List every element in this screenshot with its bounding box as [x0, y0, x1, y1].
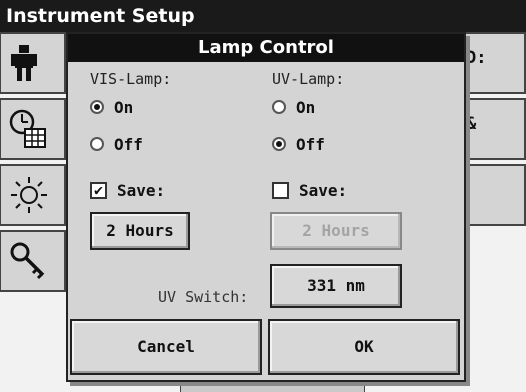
lamp-control-dialog: Lamp Control VIS-Lamp: On Off ✔ Save: 2 … — [66, 32, 466, 382]
window-title: Instrument Setup — [0, 0, 526, 32]
uv-switch-button[interactable]: 331 nm — [270, 264, 402, 308]
uv-off-label: Off — [296, 134, 325, 154]
vis-save-checkbox[interactable]: ✔ Save: — [90, 179, 165, 201]
uv-off-radio-dot — [272, 137, 286, 151]
uv-off-radio[interactable]: Off — [272, 133, 325, 155]
lamp-icon — [11, 177, 47, 213]
right-panel-label-2: & — [466, 114, 477, 134]
vis-off-label: Off — [114, 134, 143, 154]
security-button[interactable] — [0, 230, 66, 292]
vis-lamp-label: VIS-Lamp: — [90, 70, 172, 88]
cancel-button[interactable]: Cancel — [70, 319, 262, 375]
right-panel-button-2[interactable]: & — [456, 98, 526, 160]
ok-button[interactable]: OK — [268, 319, 460, 375]
person-icon — [11, 45, 37, 81]
date-time-button[interactable] — [0, 98, 66, 160]
vis-off-radio[interactable]: Off — [90, 133, 143, 155]
vis-on-radio-dot — [90, 100, 104, 114]
vis-save-label: Save: — [117, 180, 166, 200]
uv-save-label: Save: — [299, 180, 348, 200]
right-panel-button-3[interactable] — [456, 164, 526, 226]
clock-calendar-icon — [9, 109, 46, 148]
dialog-title: Lamp Control — [68, 34, 464, 62]
right-panel-label-1: D: — [466, 48, 487, 68]
uv-switch-label: UV Switch: — [158, 288, 249, 306]
operator-button[interactable] — [0, 32, 66, 94]
right-panel-button-1[interactable]: D: — [456, 32, 526, 94]
lamp-button[interactable] — [0, 164, 66, 226]
uv-on-label: On — [296, 97, 316, 117]
key-icon — [10, 242, 45, 280]
uv-on-radio[interactable]: On — [272, 96, 315, 118]
uv-on-radio-dot — [272, 100, 286, 114]
left-toolbar — [0, 32, 66, 292]
vis-off-radio-dot — [90, 137, 104, 151]
checkmark-icon: ✔ — [90, 181, 107, 199]
vis-on-radio[interactable]: On — [90, 96, 133, 118]
uv-save-box — [272, 181, 289, 199]
vis-duration-button[interactable]: 2 Hours — [90, 212, 190, 250]
uv-duration-button[interactable]: 2 Hours — [270, 212, 402, 250]
uv-save-checkbox[interactable]: Save: — [272, 179, 347, 201]
vis-on-label: On — [114, 97, 134, 117]
uv-lamp-label: UV-Lamp: — [272, 70, 345, 88]
